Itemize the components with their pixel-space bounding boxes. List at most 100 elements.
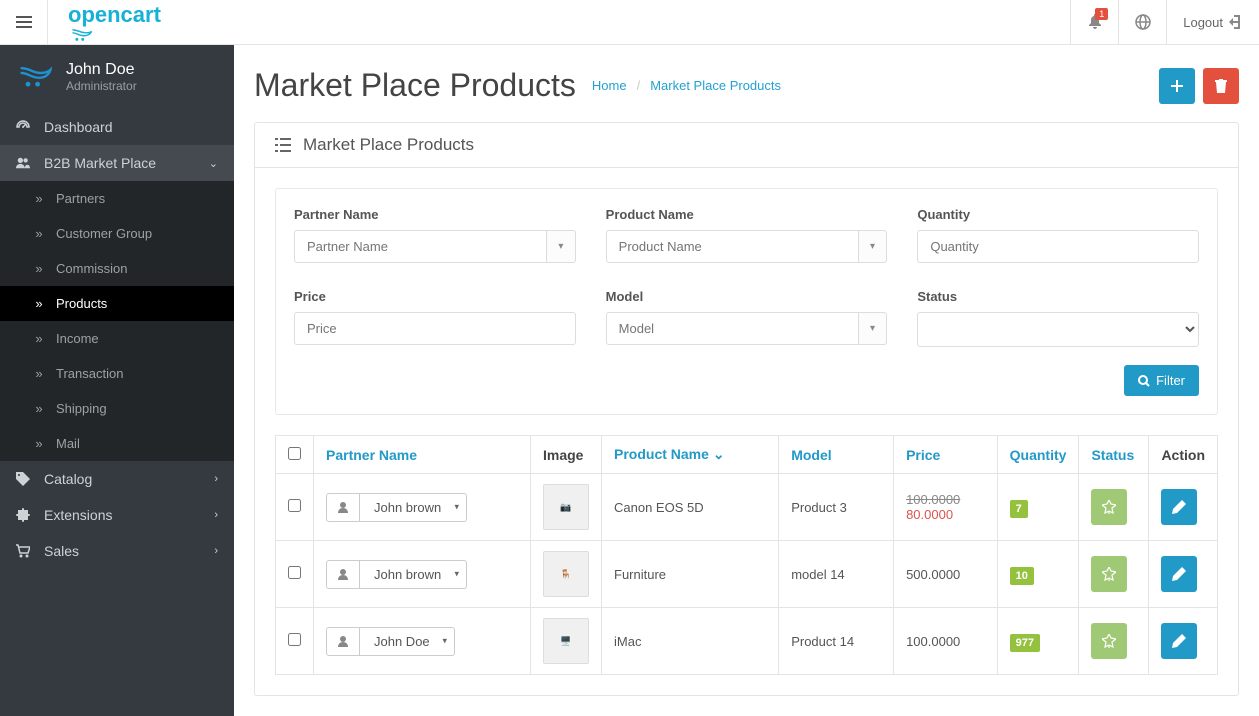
col-action: Action xyxy=(1149,436,1218,474)
product-name-cell: Furniture xyxy=(602,541,779,608)
subnav-products[interactable]: »Products xyxy=(0,286,234,321)
row-checkbox[interactable] xyxy=(288,633,301,646)
opencart-logo: opencart xyxy=(48,2,181,42)
cart-icon xyxy=(16,544,30,558)
sidebar: John Doe Administrator Dashboard B2B Mar… xyxy=(0,45,234,716)
add-button[interactable] xyxy=(1159,68,1195,104)
quantity-badge: 7 xyxy=(1010,500,1028,518)
chevron-icon: » xyxy=(32,436,46,451)
price-input[interactable] xyxy=(294,312,576,345)
breadcrumb-current[interactable]: Market Place Products xyxy=(650,78,781,93)
chevron-icon: » xyxy=(32,261,46,276)
price: 100.0000 xyxy=(906,634,960,649)
breadcrumb-home[interactable]: Home xyxy=(592,78,627,93)
status-approve-button[interactable] xyxy=(1091,489,1127,525)
edit-button[interactable] xyxy=(1161,556,1197,592)
model-cell: Product 14 xyxy=(779,608,894,675)
panel-title: Market Place Products xyxy=(303,135,474,155)
edit-button[interactable] xyxy=(1161,623,1197,659)
model-dropdown-toggle[interactable]: ▾ xyxy=(859,312,888,345)
product-name-input[interactable] xyxy=(606,230,859,263)
price: 500.0000 xyxy=(906,567,960,582)
table-row: John brown🪑Furnituremodel 14500.000010 xyxy=(276,541,1218,608)
list-icon xyxy=(275,138,291,152)
subnav-shipping[interactable]: »Shipping xyxy=(0,391,234,426)
delete-button[interactable] xyxy=(1203,68,1239,104)
product-name-label: Product Name xyxy=(606,207,888,222)
status-select[interactable] xyxy=(917,312,1199,347)
chevron-icon: » xyxy=(32,401,46,416)
nav-dashboard[interactable]: Dashboard xyxy=(0,109,234,145)
col-price[interactable]: Price xyxy=(906,447,940,463)
nav-catalog[interactable]: Catalog › xyxy=(0,461,234,497)
store-link-button[interactable] xyxy=(1118,0,1166,45)
subnav-mail[interactable]: »Mail xyxy=(0,426,234,461)
partner-select[interactable]: John brown xyxy=(360,560,467,589)
col-partner-name[interactable]: Partner Name xyxy=(326,447,417,463)
partner-name-dropdown-toggle[interactable]: ▾ xyxy=(547,230,576,263)
nav-extensions[interactable]: Extensions › xyxy=(0,497,234,533)
users-icon xyxy=(16,156,30,170)
row-checkbox[interactable] xyxy=(288,499,301,512)
subnav-customer-group[interactable]: »Customer Group xyxy=(0,216,234,251)
quantity-badge: 977 xyxy=(1010,634,1040,652)
product-name-dropdown-toggle[interactable]: ▾ xyxy=(859,230,888,263)
notification-badge: 1 xyxy=(1095,8,1108,20)
table-row: John Doe🖥️iMacProduct 14100.0000977 xyxy=(276,608,1218,675)
status-label: Status xyxy=(917,289,1199,304)
col-product-name[interactable]: Product Name ⌄ xyxy=(614,446,725,462)
quantity-label: Quantity xyxy=(917,207,1199,222)
chevron-icon: » xyxy=(32,366,46,381)
logout-button[interactable]: Logout xyxy=(1166,0,1259,45)
notifications-button[interactable]: 1 xyxy=(1070,0,1118,45)
subnav-transaction[interactable]: »Transaction xyxy=(0,356,234,391)
profile-name: John Doe xyxy=(66,61,137,79)
quantity-input[interactable] xyxy=(917,230,1199,263)
sort-desc-icon: ⌄ xyxy=(713,446,725,462)
select-all-checkbox[interactable] xyxy=(288,447,301,460)
col-model[interactable]: Model xyxy=(791,447,831,463)
partner-select[interactable]: John brown xyxy=(360,493,467,522)
model-input[interactable] xyxy=(606,312,859,345)
filter-button[interactable]: Filter xyxy=(1124,365,1199,396)
row-checkbox[interactable] xyxy=(288,566,301,579)
col-status[interactable]: Status xyxy=(1091,447,1134,463)
price-old: 100.0000 xyxy=(906,492,985,507)
edit-button[interactable] xyxy=(1161,489,1197,525)
chevron-icon: » xyxy=(32,191,46,206)
user-icon xyxy=(326,493,360,522)
chevron-right-icon: › xyxy=(214,509,218,521)
chevron-icon: » xyxy=(32,296,46,311)
partner-select[interactable]: John Doe xyxy=(360,627,455,656)
user-icon xyxy=(326,627,360,656)
quantity-badge: 10 xyxy=(1010,567,1034,585)
breadcrumb: Home / Market Place Products xyxy=(592,78,781,93)
price-sale: 80.0000 xyxy=(906,507,985,522)
content-area: Market Place Products Home / Market Plac… xyxy=(234,45,1259,716)
page-title: Market Place Products xyxy=(254,67,576,104)
nav-b2b-marketplace[interactable]: B2B Market Place ⌄ xyxy=(0,145,234,181)
product-name-cell: Canon EOS 5D xyxy=(602,474,779,541)
chevron-icon: » xyxy=(32,226,46,241)
model-cell: model 14 xyxy=(779,541,894,608)
logout-label: Logout xyxy=(1183,15,1223,30)
partner-name-input[interactable] xyxy=(294,230,547,263)
nav-sales[interactable]: Sales › xyxy=(0,533,234,569)
subnav-income[interactable]: »Income xyxy=(0,321,234,356)
status-approve-button[interactable] xyxy=(1091,556,1127,592)
chevron-right-icon: › xyxy=(214,473,218,485)
dashboard-icon xyxy=(16,120,30,134)
chevron-right-icon: › xyxy=(214,545,218,557)
status-approve-button[interactable] xyxy=(1091,623,1127,659)
user-icon xyxy=(326,560,360,589)
profile-card: John Doe Administrator xyxy=(0,45,234,109)
col-quantity[interactable]: Quantity xyxy=(1010,447,1067,463)
subnav-commission[interactable]: »Commission xyxy=(0,251,234,286)
subnav-partners[interactable]: »Partners xyxy=(0,181,234,216)
model-label: Model xyxy=(606,289,888,304)
product-name-cell: iMac xyxy=(602,608,779,675)
col-image: Image xyxy=(531,436,602,474)
price-label: Price xyxy=(294,289,576,304)
model-cell: Product 3 xyxy=(779,474,894,541)
sidebar-toggle-button[interactable] xyxy=(0,0,48,45)
